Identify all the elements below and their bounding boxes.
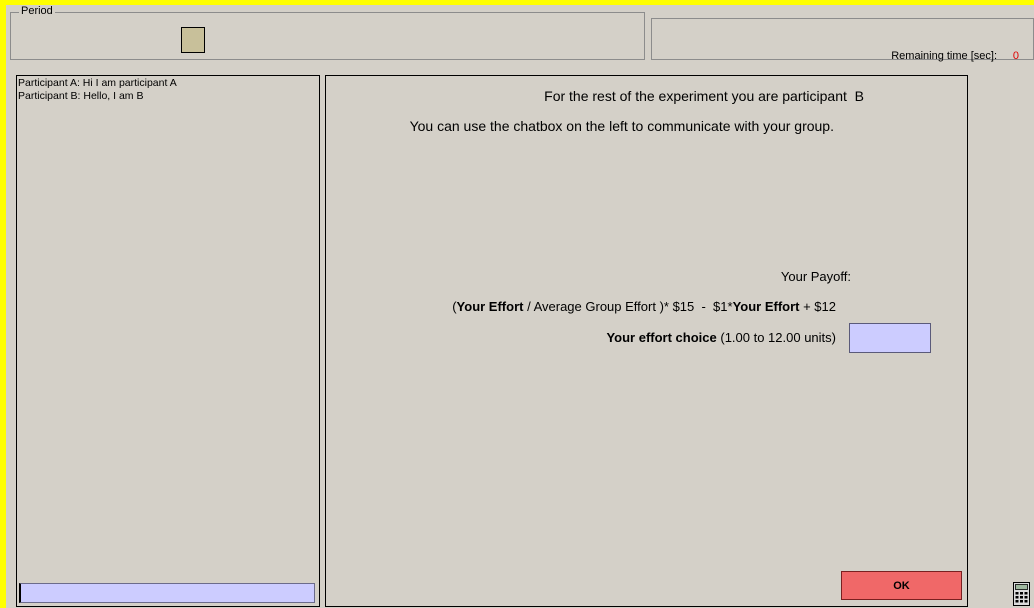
ok-button[interactable]: OK [841,571,962,600]
role-text: For the rest of the experiment you are p… [544,88,847,104]
app-window: Period Remaining time [sec]: 0 Participa… [6,5,1034,608]
formula-tail: + $12 [799,299,836,314]
formula-middle: / Average Group Effort )* $15 - $1* [523,299,733,314]
period-groupbox: Period [10,5,645,60]
formula-your-effort: Your Effort [456,299,524,314]
remaining-time-label: Remaining time [sec]: [891,50,997,62]
chat-log: Participant A: Hi I am participant A Par… [17,76,319,103]
payoff-label: Your Payoff: [780,269,851,284]
effort-input[interactable] [849,323,931,353]
calculator-icon[interactable] [1013,582,1030,606]
period-indicator [181,27,205,53]
chat-message: Participant A: Hi I am participant A [18,77,177,89]
role-value: B [854,88,864,104]
chat-message: Participant B: Hello, I am B [18,90,144,102]
payoff-formula: (Your Effort / Average Group Effort )* $… [452,299,836,314]
formula-your-effort-2: Your Effort [732,299,800,314]
chat-input[interactable] [19,583,315,603]
timer-box: Remaining time [sec]: 0 [651,18,1034,62]
chat-panel: Participant A: Hi I am participant A Par… [16,75,320,607]
period-legend: Period [19,5,55,17]
remaining-time-value: 0 [1012,50,1019,62]
experiment-panel: For the rest of the experiment you are p… [325,75,968,607]
effort-choice-label: Your effort choice (1.00 to 12.00 units) [606,330,836,345]
instructions-text: You can use the chatbox on the left to c… [409,118,834,134]
role-line: For the rest of the experiment you are p… [544,88,864,104]
effort-choice-range: (1.00 to 12.00 units) [716,330,836,345]
effort-choice-bold: Your effort choice [606,330,717,345]
